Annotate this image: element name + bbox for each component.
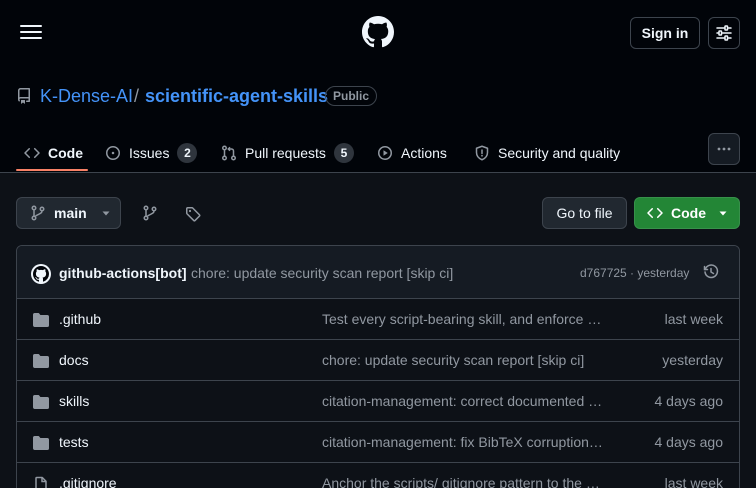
github-actions-avatar-icon — [33, 266, 49, 282]
file-commit-date: last week — [664, 475, 723, 488]
code-icon — [647, 207, 663, 219]
tags-link[interactable] — [185, 206, 201, 222]
commit-author-link[interactable]: github-actions[bot] — [59, 265, 187, 281]
repo-icon — [16, 88, 32, 104]
repository-header: K-Dense-AI / scientific-agent-skills Pub… — [0, 66, 756, 173]
file-name-link[interactable]: .gitignore — [59, 475, 117, 488]
tab-security[interactable]: Security and quality — [474, 132, 620, 173]
active-tab-indicator — [16, 169, 88, 171]
git-branch-icon — [143, 205, 157, 221]
tab-label: Code — [48, 144, 83, 161]
tab-label: Pull requests — [245, 144, 326, 161]
visibility-badge: Public — [325, 86, 378, 106]
kebab-horizontal-icon — [717, 147, 731, 151]
code-icon — [24, 147, 40, 158]
file-commit-date: 4 days ago — [654, 434, 724, 450]
tab-pull-requests[interactable]: Pull requests 5 — [221, 132, 354, 173]
folder-icon — [33, 395, 49, 409]
table-row[interactable]: tests citation-management: fix BibTeX co… — [17, 422, 739, 463]
repo-name-link[interactable]: scientific-agent-skills — [145, 86, 328, 107]
file-name-link[interactable]: skills — [59, 393, 89, 409]
repo-owner-link[interactable]: K-Dense-AI — [40, 86, 133, 107]
menu-icon[interactable] — [16, 17, 46, 47]
branch-name: main — [54, 205, 87, 221]
tab-label: Actions — [401, 144, 447, 161]
avatar[interactable] — [31, 264, 51, 284]
tab-issues[interactable]: Issues 2 — [105, 132, 198, 173]
file-icon — [35, 476, 47, 488]
table-row[interactable]: .gitignore Anchor the scripts/ gitignore… — [17, 463, 739, 488]
file-commit-message[interactable]: citation-management: fix BibTeX corrupti… — [322, 434, 604, 450]
tag-icon — [186, 207, 201, 222]
issue-opened-icon — [106, 145, 120, 160]
table-row[interactable]: skills citation-management: correct docu… — [17, 381, 739, 422]
shield-icon — [475, 145, 489, 160]
tab-code[interactable]: Code — [24, 132, 83, 173]
repo-tabs: Code Issues 2 Pull requests 5 Actions Se… — [0, 132, 756, 173]
folder-icon — [33, 313, 49, 327]
file-commit-message[interactable]: Test every script-bearing skill, and enf… — [322, 311, 604, 327]
global-header: Sign in — [0, 0, 756, 66]
go-to-file-button[interactable]: Go to file — [542, 197, 627, 229]
commit-history-button[interactable] — [703, 264, 719, 280]
more-tabs-button[interactable] — [708, 133, 740, 165]
settings-sliders-button[interactable] — [708, 17, 740, 49]
repo-path-separator: / — [134, 86, 140, 106]
folder-icon — [33, 354, 49, 368]
file-name-link[interactable]: .github — [59, 311, 101, 327]
play-icon — [378, 145, 392, 160]
pull-requests-count-badge: 5 — [333, 142, 354, 163]
code-dropdown-button[interactable]: Code — [634, 197, 740, 229]
commit-hash-time[interactable]: d767725 · yesterday — [580, 266, 689, 280]
git-branch-icon — [31, 205, 45, 221]
file-commit-date: yesterday — [662, 352, 723, 368]
latest-commit-bar: github-actions[bot] chore: update securi… — [17, 246, 739, 299]
table-row[interactable]: docs chore: update security scan report … — [17, 340, 739, 381]
git-pull-request-icon — [222, 145, 236, 160]
branch-selector-button[interactable]: main — [16, 197, 121, 229]
file-commit-date: last week — [664, 311, 723, 327]
sign-in-button[interactable]: Sign in — [630, 17, 700, 49]
folder-icon — [33, 436, 49, 450]
github-logo-icon[interactable] — [362, 16, 394, 48]
triangle-down-icon — [102, 211, 110, 216]
file-commit-message[interactable]: chore: update security scan report [skip… — [322, 352, 604, 368]
file-commit-date: 4 days ago — [654, 393, 724, 409]
tab-actions[interactable]: Actions — [377, 132, 447, 173]
code-button-label: Code — [671, 205, 706, 221]
file-tree-table: github-actions[bot] chore: update securi… — [16, 245, 740, 488]
sliders-icon — [716, 25, 732, 41]
file-commit-message[interactable]: Anchor the scripts/ gitignore pattern to… — [322, 475, 604, 488]
issues-count-badge: 2 — [177, 142, 198, 163]
table-row[interactable]: .github Test every script-bearing skill,… — [17, 299, 739, 340]
commit-message-link[interactable]: chore: update security scan report [skip… — [191, 265, 453, 281]
tab-label: Security and quality — [498, 144, 621, 161]
history-icon — [703, 264, 719, 279]
file-commit-message[interactable]: citation-management: correct documented … — [322, 393, 604, 409]
branches-link[interactable] — [142, 205, 158, 221]
triangle-down-icon — [719, 211, 727, 216]
tab-label: Issues — [129, 144, 170, 161]
file-name-link[interactable]: docs — [59, 352, 89, 368]
file-name-link[interactable]: tests — [59, 434, 89, 450]
